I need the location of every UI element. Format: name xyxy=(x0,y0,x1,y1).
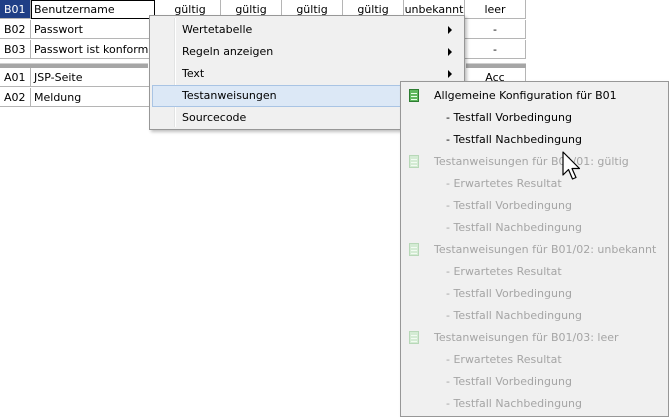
submenu-item-testanweisungen-gueltig: Testanweisungen für B01/01: gültig xyxy=(401,151,668,173)
testanweisungen-submenu: Allgemeine Konfiguration für B01 - Testf… xyxy=(400,81,669,417)
menu-item-regeln-anzeigen[interactable]: Regeln anzeigen xyxy=(152,41,462,63)
menu-item-label: Testanweisungen xyxy=(182,89,277,102)
submenu-item-testanweisungen-leer: Testanweisungen für B01/03: leer xyxy=(401,327,668,349)
submenu-item-label: Testanweisungen für B01/03: leer xyxy=(434,331,619,344)
row-id-cell[interactable]: B02 xyxy=(0,20,31,39)
submenu-item-testfall-vorbedingung: - Testfall Vorbedingung xyxy=(401,195,668,217)
menu-item-label: Regeln anzeigen xyxy=(182,45,274,58)
submenu-arrow-icon xyxy=(448,70,452,78)
submenu-item-testfall-vorbedingung[interactable]: - Testfall Vorbedingung xyxy=(401,107,668,129)
submenu-arrow-icon xyxy=(448,26,452,34)
submenu-item-label: - Testfall Nachbedingung xyxy=(446,133,583,146)
submenu-item-label: - Erwartetes Resultat xyxy=(446,177,562,190)
menu-item-label: Text xyxy=(182,67,205,80)
row-name-cell[interactable]: JSP-Seite xyxy=(31,68,155,87)
submenu-item-erwartetes-resultat: - Erwartetes Resultat xyxy=(401,261,668,283)
submenu-item-testanweisungen-unbekannt: Testanweisungen für B01/02: unbekannt xyxy=(401,239,668,261)
submenu-item-label: - Erwartetes Resultat xyxy=(446,353,562,366)
row-name-cell[interactable]: Meldung xyxy=(31,88,155,107)
submenu-item-testfall-vorbedingung: - Testfall Vorbedingung xyxy=(401,371,668,393)
submenu-item-label: - Testfall Vorbedingung xyxy=(446,111,572,124)
row-name-cell[interactable]: Benutzername xyxy=(31,0,155,19)
document-icon xyxy=(409,331,419,344)
submenu-item-label: - Testfall Vorbedingung xyxy=(446,287,572,300)
document-icon xyxy=(409,243,419,256)
row-id-cell[interactable]: A01 xyxy=(0,68,31,87)
submenu-item-erwartetes-resultat: - Erwartetes Resultat xyxy=(401,349,668,371)
row-id-cell[interactable]: B01 xyxy=(0,0,31,19)
menu-item-label: Wertetabelle xyxy=(182,23,253,36)
row-id-cell[interactable]: A02 xyxy=(0,88,31,107)
submenu-item-testfall-nachbedingung: - Testfall Nachbedingung xyxy=(401,217,668,239)
submenu-item-label: Testanweisungen für B01/02: unbekannt xyxy=(434,243,657,256)
submenu-item-testfall-vorbedingung: - Testfall Vorbedingung xyxy=(401,283,668,305)
submenu-item-label: - Testfall Vorbedingung xyxy=(446,375,572,388)
submenu-item-label: - Testfall Nachbedingung xyxy=(446,221,583,234)
submenu-item-label: Testanweisungen für B01/01: gültig xyxy=(434,155,629,168)
submenu-item-testfall-nachbedingung: - Testfall Nachbedingung xyxy=(401,393,668,415)
document-icon xyxy=(409,89,419,102)
value-cell[interactable]: - xyxy=(465,20,526,39)
submenu-item-label: - Erwartetes Resultat xyxy=(446,265,562,278)
submenu-item-label: Allgemeine Konfiguration für B01 xyxy=(434,89,617,102)
submenu-item-label: - Testfall Nachbedingung xyxy=(446,309,583,322)
row-name-cell[interactable]: Passwort ist konform? xyxy=(31,40,155,59)
document-icon xyxy=(409,155,419,168)
submenu-item-label: - Testfall Vorbedingung xyxy=(446,199,572,212)
mouse-pointer-icon xyxy=(562,151,581,180)
menu-item-wertetabelle[interactable]: Wertetabelle xyxy=(152,19,462,41)
submenu-item-testfall-nachbedingung: - Testfall Nachbedingung xyxy=(401,305,668,327)
value-cell[interactable]: - xyxy=(465,40,526,59)
row-name-cell[interactable]: Passwort xyxy=(31,20,155,39)
submenu-item-allgemeine-konfiguration[interactable]: Allgemeine Konfiguration für B01 xyxy=(401,85,668,107)
submenu-arrow-icon xyxy=(448,48,452,56)
submenu-item-label: - Testfall Nachbedingung xyxy=(446,397,583,410)
submenu-item-testfall-nachbedingung[interactable]: - Testfall Nachbedingung xyxy=(401,129,668,151)
row-id-cell[interactable]: B03 xyxy=(0,40,31,59)
value-cell[interactable]: leer xyxy=(465,0,526,19)
menu-item-label: Sourcecode xyxy=(182,111,247,124)
submenu-item-erwartetes-resultat: - Erwartetes Resultat xyxy=(401,173,668,195)
